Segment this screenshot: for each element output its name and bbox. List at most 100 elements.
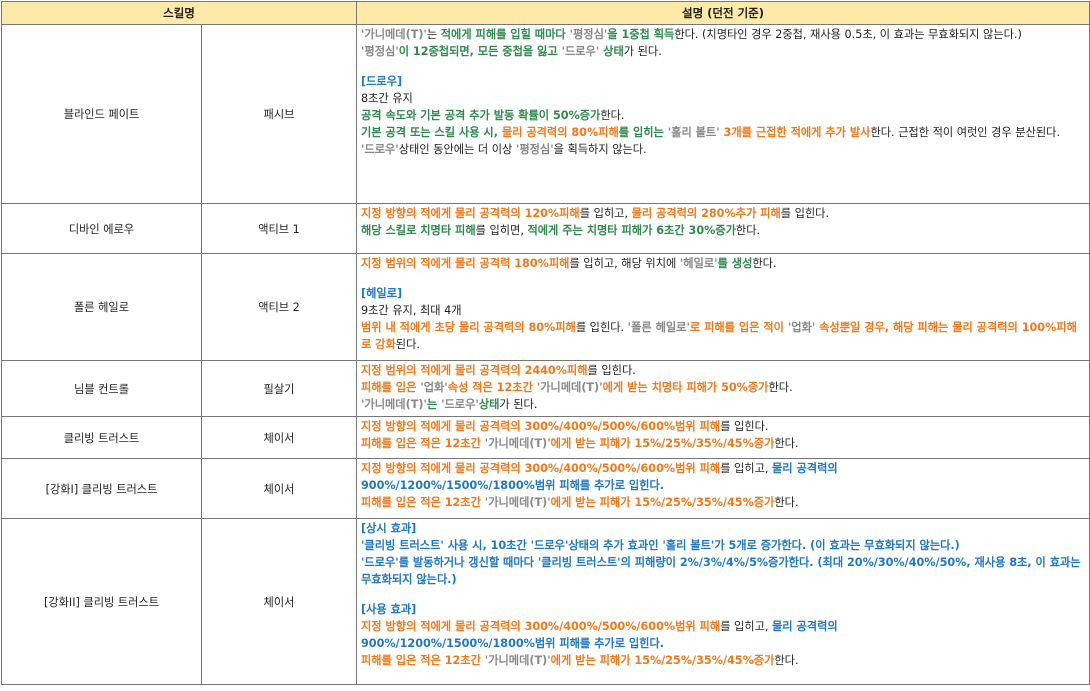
description-text: 지정 방향의 적에게 물리 공격력의 300%/400%/500%/600%범위… bbox=[361, 462, 721, 475]
description-text: '드로우' bbox=[561, 45, 600, 58]
skill-description: 지정 범위의 적에게 물리 공격력 180%피해를 입히고, 해당 위치에 '헤… bbox=[356, 253, 1090, 361]
skill-name: [강화II] 클리빙 트러스트 bbox=[1, 518, 202, 685]
description-text: '가니메데(T)' bbox=[484, 654, 551, 667]
description-text: 한다. bbox=[752, 257, 777, 270]
description-text: 를 입히고, bbox=[720, 620, 772, 633]
description-line: 피해를 입은 '업화'속성 적은 12초간 '가니메데(T)'에게 받는 치명타… bbox=[361, 379, 1085, 396]
description-text: '평정심' bbox=[515, 143, 554, 156]
table-row: [강화I] 클리빙 트러스트 체이서 지정 방향의 적에게 물리 공격력의 30… bbox=[1, 458, 1090, 519]
description-line: [드로우] bbox=[361, 73, 1085, 90]
description-text: 범위 내 적에게 초당 물리 공격력의 80%피해 bbox=[361, 321, 576, 334]
skill-description: 지정 방향의 적에게 물리 공격력의 300%/400%/500%/600%범위… bbox=[356, 416, 1090, 459]
description-text: 피해를 입은 적은 12초간 bbox=[361, 437, 485, 450]
table-row: 클리빙 트러스트 체이서 지정 방향의 적에게 물리 공격력의 300%/400… bbox=[1, 416, 1090, 459]
description-text: '헤일로' bbox=[679, 257, 718, 270]
description-text: 를 입히고, bbox=[579, 207, 632, 220]
description-text: 한다. bbox=[735, 224, 761, 237]
description-line: 지정 방향의 적에게 물리 공격력의 300%/400%/500%/600%범위… bbox=[361, 460, 1085, 477]
description-text: 적에게 피해를 입힐 때마다 bbox=[440, 28, 570, 41]
skill-type: 패시브 bbox=[201, 24, 357, 204]
description-text: 에게 받는 치명타 피해가 50%증가 bbox=[602, 381, 769, 394]
description-line: 범위 내 적에게 초당 물리 공격력의 80%피해를 입힌다. '폴른 헤일로'… bbox=[361, 319, 1085, 353]
description-line: 900%/1200%/1500%/1800%범위 피해를 추가로 입힌다. bbox=[361, 635, 1085, 652]
description-line: '클리빙 트러스트' 사용 시, 10초간 '드로우'상태의 추가 효과인 '홀… bbox=[361, 537, 1085, 554]
description-line: [상시 효과] bbox=[361, 520, 1085, 537]
skill-description: 지정 방향의 적에게 물리 공격력의 120%피해를 입히고, 물리 공격력의 … bbox=[356, 203, 1090, 254]
table-row: 폴른 헤일로 액티브 2 지정 범위의 적에게 물리 공격력 180%피해를 입… bbox=[1, 253, 1090, 361]
description-text: 한다. 근접한 적이 여럿인 경우 분산된다. bbox=[870, 126, 1061, 139]
description-text: 를 입히면, bbox=[475, 224, 528, 237]
description-text: 를 입히고, bbox=[720, 462, 772, 475]
description-line: 지정 범위의 적에게 물리 공격력 180%피해를 입히고, 해당 위치에 '헤… bbox=[361, 255, 1085, 272]
description-line: '드로우'를 발동하거나 갱신할 때마다 '클리빙 트러스트'의 피해량이 2%… bbox=[361, 554, 1085, 588]
description-text: 지정 방향의 적에게 물리 공격력의 120%피해 bbox=[361, 207, 580, 220]
description-text: 는 bbox=[426, 28, 441, 41]
description-text: '가니메데(T)' bbox=[484, 437, 551, 450]
description-line: 900%/1200%/1500%/1800%범위 피해를 추가로 입힌다. bbox=[361, 477, 1085, 494]
description-text: '평정심' bbox=[361, 45, 399, 58]
description-text: 가 된다. bbox=[499, 398, 538, 411]
description-text: 상태 bbox=[478, 398, 500, 411]
description-text: [사용 효과] bbox=[361, 603, 417, 616]
skill-type: 필살기 bbox=[201, 360, 357, 417]
description-text: 된다. bbox=[395, 338, 420, 351]
description-line: 지정 방향의 적에게 물리 공격력의 120%피해를 입히고, 물리 공격력의 … bbox=[361, 205, 1085, 222]
description-text: '가니메데(T)' bbox=[361, 398, 427, 411]
skill-description: 지정 방향의 적에게 물리 공격력의 300%/400%/500%/600%범위… bbox=[356, 458, 1090, 519]
description-text: 지정 범위의 적에게 물리 공격력 180%피해 bbox=[361, 257, 570, 270]
description-text: '가니메데(T)' bbox=[536, 381, 603, 394]
description-line bbox=[361, 588, 1085, 601]
description-text: '가니메데(T)' bbox=[361, 28, 427, 41]
description-text: 물리 공격력의 bbox=[772, 462, 838, 475]
description-text: '홀리 볼트' bbox=[667, 126, 720, 139]
description-text: 에게 받는 피해가 15%/25%/35%/45%증가 bbox=[550, 496, 775, 509]
description-line: 지정 방향의 적에게 물리 공격력의 300%/400%/500%/600%범위… bbox=[361, 618, 1085, 635]
description-line: '가니메데(T)'는 적에게 피해를 입힐 때마다 '평정심'을 1중첩 획득한… bbox=[361, 26, 1085, 43]
description-text: 를 입히고, 해당 위치에 bbox=[569, 257, 680, 270]
description-text: 을 획득하지 않는다. bbox=[553, 143, 647, 156]
description-line: 지정 방향의 적에게 물리 공격력의 300%/400%/500%/600%범위… bbox=[361, 418, 1085, 435]
description-text: '드로우' bbox=[361, 143, 399, 156]
description-text: 피해를 입은 bbox=[361, 381, 421, 394]
description-text: 9초간 유지, 최대 4개 bbox=[361, 304, 462, 317]
description-text: 를 생성 bbox=[717, 257, 753, 270]
description-text: 속성 적은 12초간 bbox=[447, 381, 537, 394]
description-text: '클리빙 트러스트' 사용 시, 10초간 '드로우'상태의 추가 효과인 '홀… bbox=[361, 539, 960, 552]
description-line: 해당 스킬로 치명타 피해를 입히면, 적에게 주는 치명타 피해가 6초간 3… bbox=[361, 222, 1085, 239]
description-text: 해당 스킬로 치명타 피해 bbox=[361, 224, 476, 237]
description-text: 를 입히는 bbox=[618, 126, 668, 139]
description-line: 피해를 입은 적은 12초간 '가니메데(T)'에게 받는 피해가 15%/25… bbox=[361, 652, 1085, 669]
description-text: 에게 받는 피해가 15%/25%/35%/45%증가 bbox=[550, 654, 775, 667]
description-line bbox=[361, 272, 1085, 285]
description-text: 900%/1200%/1500%/1800%범위 피해를 추가로 입힌다. bbox=[361, 637, 665, 650]
description-line: '가니메데(T)'는 '드로우'상태가 된다. bbox=[361, 396, 1085, 413]
header-description: 설명 (던전 기준) bbox=[356, 1, 1090, 25]
description-text: 로 피해를 입은 적이 bbox=[689, 321, 788, 334]
description-text: 한다. bbox=[600, 109, 625, 122]
header-row: 스킬명 설명 (던전 기준) bbox=[1, 1, 1090, 25]
skill-type: 체이서 bbox=[201, 518, 357, 685]
description-text: 900%/1200%/1500%/1800%범위 피해를 추가로 입힌다. bbox=[361, 479, 665, 492]
description-text: 한다. bbox=[774, 437, 799, 450]
description-text: 가 된다. bbox=[623, 45, 662, 58]
skill-description: 지정 범위의 적에게 물리 공격력의 2440%피해를 입힌다. 피해를 입은 '… bbox=[356, 360, 1090, 417]
description-line: 9초간 유지, 최대 4개 bbox=[361, 302, 1085, 319]
skill-name: 블라인드 페이트 bbox=[1, 24, 202, 204]
skill-description: '가니메데(T)'는 적에게 피해를 입힐 때마다 '평정심' 을 1중첩 획득한… bbox=[356, 24, 1090, 204]
description-text: '업화' bbox=[420, 381, 448, 394]
table-row: 디바인 에로우 액티브 1 지정 방향의 적에게 물리 공격력의 120%피해를… bbox=[1, 203, 1090, 254]
skill-type: 체이서 bbox=[201, 416, 357, 459]
description-text: 피해를 입은 적은 12초간 bbox=[361, 496, 485, 509]
description-text: 지정 범위의 적에게 물리 공격력의 2440%피해 bbox=[361, 364, 588, 377]
description-text: 을 1중첩 획득 bbox=[607, 28, 675, 41]
description-text: 공격 속도와 기본 공격 추가 발동 확률이 50%증가 bbox=[361, 109, 601, 122]
description-text: 피해를 입은 적은 12초간 bbox=[361, 654, 485, 667]
description-line: 공격 속도와 기본 공격 추가 발동 확률이 50%증가한다. bbox=[361, 107, 1085, 124]
description-text: 한다. bbox=[774, 496, 799, 509]
description-line: 기본 공격 또는 스킬 사용 시, 물리 공격력의 80%피해를 입히는 '홀리… bbox=[361, 124, 1085, 141]
skill-name: 님블 컨트롤 bbox=[1, 360, 202, 417]
description-text: 를 입힌다. bbox=[780, 207, 830, 220]
table-row: 님블 컨트롤 필살기 지정 범위의 적에게 물리 공격력의 2440%피해를 입… bbox=[1, 360, 1090, 417]
description-text: 적에게 주는 치명타 피해가 6초간 30%증가 bbox=[527, 224, 736, 237]
table-row: [강화II] 클리빙 트러스트 체이서 [상시 효과] '클리빙 트러스트' 사용… bbox=[1, 518, 1090, 685]
